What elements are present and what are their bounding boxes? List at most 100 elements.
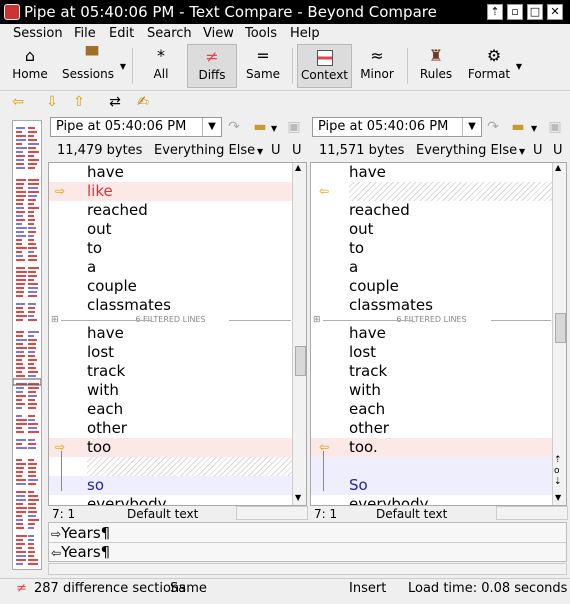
swap-icon[interactable]: ⇄ [106, 93, 124, 111]
scroll-down-icon[interactable]: ▼ [555, 493, 561, 502]
right-line-diff[interactable]: ⇦ too. [311, 438, 552, 457]
scroll-thumb[interactable] [295, 346, 306, 376]
close-icon[interactable]: ✕ [547, 4, 563, 20]
detail-line-left[interactable]: ⇨Years¶ [51, 524, 110, 543]
left-line[interactable]: lost [49, 343, 292, 362]
left-line-diff[interactable]: ⇨ too [49, 438, 292, 457]
left-line[interactable]: classmates [49, 296, 292, 315]
menu-tools[interactable]: Tools [245, 26, 277, 42]
reload-icon[interactable]: ↷ [225, 118, 243, 136]
right-format[interactable]: Everything Else [416, 143, 517, 159]
chevron-down-icon[interactable]: ▼ [462, 118, 481, 136]
scroll-up-icon[interactable]: ▲ [555, 163, 561, 172]
right-line[interactable]: out [311, 220, 552, 239]
minimize-icon[interactable]: ▫ [507, 4, 523, 20]
chevron-down-icon[interactable]: ▼ [202, 118, 221, 136]
arrow-left-icon[interactable]: ⇦ [319, 441, 331, 453]
scroll-up-icon[interactable]: ▲ [295, 163, 301, 172]
left-line[interactable]: a [49, 258, 292, 277]
line-detail-pane[interactable]: ⇨Years¶ ⇦Years¶ [48, 522, 567, 562]
scroll-down-icon[interactable]: ▼ [295, 493, 301, 502]
diff-overview[interactable] [12, 120, 42, 570]
right-line[interactable]: couple [311, 277, 552, 296]
arrow-left-icon[interactable]: ⇦ [9, 93, 27, 111]
overview-mark [16, 219, 25, 221]
left-line[interactable]: out [49, 220, 292, 239]
all-button[interactable]: * All [140, 44, 182, 88]
overview-mark [16, 167, 25, 169]
open-folder-icon[interactable]: ▬ [509, 118, 527, 136]
right-line[interactable]: to [311, 239, 552, 258]
chevron-down-icon[interactable]: ▼ [120, 62, 126, 71]
detail-line-right[interactable]: ⇦Years¶ [51, 543, 110, 562]
right-line[interactable]: everybody [311, 495, 552, 505]
save-icon[interactable]: ▣ [285, 118, 303, 136]
right-horizontal-scrollbar[interactable] [496, 506, 568, 520]
left-vertical-scrollbar[interactable]: ▲ ▼ [292, 163, 306, 505]
right-line[interactable]: have [311, 324, 552, 343]
scroll-marker-icons[interactable]: ⇡ o ⇣ [554, 455, 562, 488]
menu-view[interactable]: View [203, 26, 234, 42]
left-horizontal-scrollbar[interactable] [236, 506, 308, 520]
right-line[interactable]: with [311, 381, 552, 400]
left-line-diff[interactable]: ⇨ like [49, 182, 292, 201]
same-button[interactable]: = Same [240, 44, 286, 88]
menu-help[interactable]: Help [290, 26, 320, 42]
open-folder-icon[interactable]: ▬ [251, 118, 269, 136]
arrow-left-icon[interactable]: ⇦ [319, 185, 331, 197]
right-line[interactable]: reached [311, 201, 552, 220]
left-line[interactable]: everybody [49, 495, 292, 505]
left-line[interactable]: have [49, 324, 292, 343]
menu-edit[interactable]: Edit [109, 26, 134, 42]
right-line[interactable]: track [311, 362, 552, 381]
left-line-changed[interactable]: so [49, 476, 292, 495]
format-button[interactable]: ⚙ Format ▼ [462, 44, 526, 88]
chevron-down-icon[interactable]: ▼ [531, 124, 537, 133]
right-line[interactable]: each [311, 400, 552, 419]
chevron-down-icon[interactable]: ▼ [516, 62, 522, 71]
diffs-button[interactable]: ≠ Diffs [187, 44, 237, 88]
right-line-changed[interactable]: So [311, 476, 552, 495]
chevron-down-icon[interactable]: ▼ [519, 147, 525, 156]
left-line[interactable]: have [49, 163, 292, 182]
right-file-combo[interactable]: Pipe at 05:40:06 PM ▼ [312, 117, 482, 137]
right-line[interactable]: classmates [311, 296, 552, 315]
left-line[interactable]: each [49, 400, 292, 419]
right-text-pane[interactable]: have ⇦ reached out to a couple classmate… [310, 162, 567, 506]
edit-icon[interactable]: ✍ [134, 93, 152, 111]
chevron-down-icon[interactable]: ▼ [271, 124, 277, 133]
right-line[interactable]: a [311, 258, 552, 277]
menu-search[interactable]: Search [147, 26, 192, 42]
right-vertical-scrollbar[interactable]: ▲ ⇡ o ⇣ ▼ [552, 163, 566, 505]
arrow-right-icon[interactable]: ⇨ [55, 185, 67, 197]
scroll-thumb[interactable] [555, 313, 566, 343]
left-line[interactable]: other [49, 419, 292, 438]
maximize-icon[interactable]: □ [527, 4, 543, 20]
menu-file[interactable]: File [74, 26, 96, 42]
right-line[interactable]: other [311, 419, 552, 438]
next-diff-icon[interactable]: ⇩ [43, 93, 61, 111]
detail-horizontal-scrollbar[interactable] [48, 563, 567, 575]
left-text-pane[interactable]: have ⇨ like reached out to a couple class… [48, 162, 307, 506]
prev-diff-icon[interactable]: ⇧ [70, 93, 88, 111]
context-button[interactable]: Context [297, 44, 352, 88]
right-line[interactable]: lost [311, 343, 552, 362]
reload-icon[interactable]: ↷ [484, 118, 502, 136]
left-format[interactable]: Everything Else [154, 143, 255, 159]
diffs-label: Diffs [198, 68, 226, 82]
left-line[interactable]: reached [49, 201, 292, 220]
left-file-combo[interactable]: Pipe at 05:40:06 PM ▼ [50, 117, 222, 137]
chevron-down-icon[interactable]: ▼ [257, 147, 263, 156]
left-line[interactable]: to [49, 239, 292, 258]
left-line[interactable]: couple [49, 277, 292, 296]
home-button[interactable]: ⌂ Home [8, 44, 52, 88]
left-line[interactable]: track [49, 362, 292, 381]
right-line[interactable]: have [311, 163, 552, 182]
save-icon[interactable]: ▣ [546, 118, 564, 136]
minor-button[interactable]: ≈ Minor [355, 44, 399, 88]
left-line[interactable]: with [49, 381, 292, 400]
restore-up-icon[interactable]: ⇡ [487, 4, 503, 20]
menu-session[interactable]: Session [13, 26, 63, 42]
sessions-button[interactable]: ▀ Sessions ▼ [56, 44, 128, 88]
rules-button[interactable]: ♜ Rules [414, 44, 458, 88]
